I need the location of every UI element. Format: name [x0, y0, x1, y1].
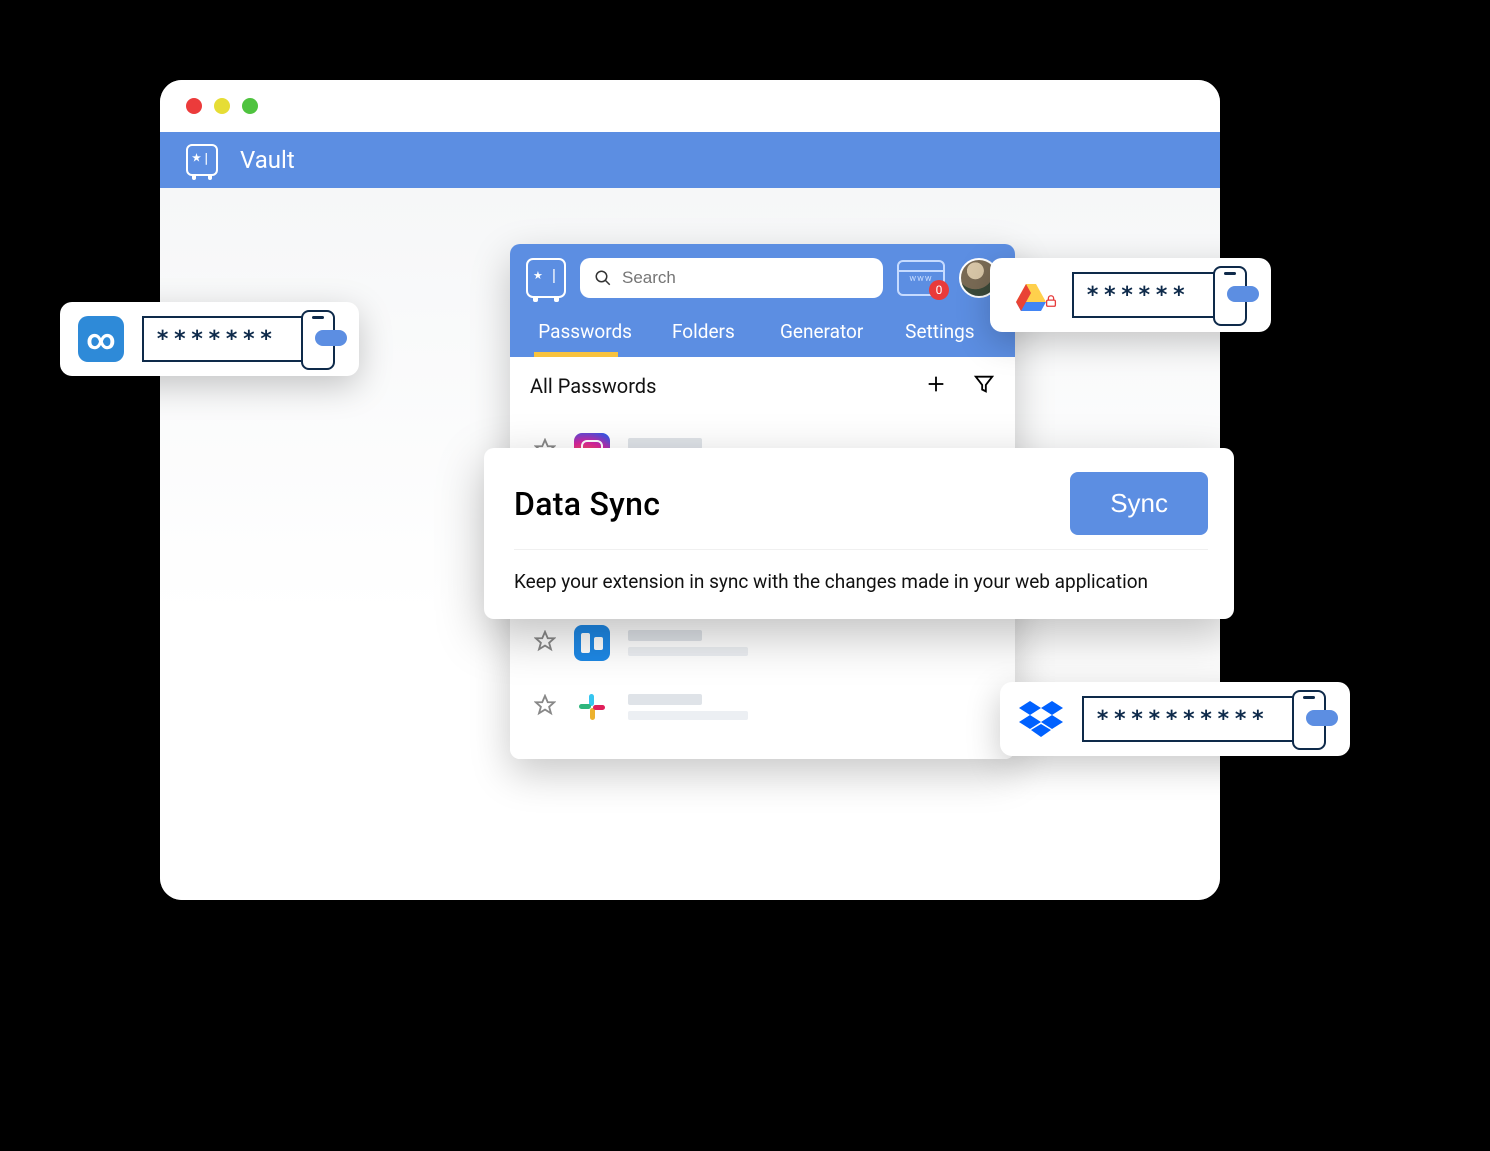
lock-icon: [1044, 294, 1058, 308]
password-row[interactable]: [520, 675, 1005, 739]
masked-password-field: ******: [1072, 272, 1227, 318]
favorite-toggle[interactable]: [534, 694, 556, 720]
password-preview-card: **********: [1000, 682, 1350, 756]
window-titlebar: [160, 80, 1220, 132]
favorite-toggle[interactable]: [534, 630, 556, 656]
masked-password-field: **********: [1082, 696, 1306, 742]
masked-password-field: *******: [142, 316, 315, 362]
search-icon: [594, 269, 612, 287]
search-input[interactable]: [622, 268, 869, 288]
extension-logo-icon: [526, 258, 566, 298]
password-preview-card: ******: [990, 258, 1271, 332]
panel-subheader: All Passwords: [510, 357, 1015, 415]
sync-button[interactable]: Sync: [1070, 472, 1208, 535]
password-row[interactable]: [520, 611, 1005, 675]
toggle-pill-icon: [315, 330, 347, 346]
star-icon: [534, 694, 556, 716]
app-title: Vault: [240, 146, 295, 174]
app-header: Vault: [160, 132, 1220, 188]
entry-text: [628, 630, 748, 656]
infinity-icon: [78, 316, 124, 362]
filter-button[interactable]: [973, 373, 995, 399]
slack-icon: [574, 689, 610, 725]
drive-icon: [1008, 272, 1054, 318]
masked-password-value: ******: [1086, 283, 1189, 308]
tab-generator[interactable]: Generator: [763, 308, 881, 357]
panel-subheader-title: All Passwords: [530, 374, 656, 398]
window-maximize-dot[interactable]: [242, 98, 258, 114]
data-sync-title: Data Sync: [514, 485, 660, 523]
password-preview-card: *******: [60, 302, 359, 376]
extension-header: www 0 Passwords Folders Generator Settin…: [510, 244, 1015, 357]
site-badge[interactable]: www 0: [897, 260, 945, 296]
tab-folders[interactable]: Folders: [644, 308, 762, 357]
vault-logo-icon: [186, 144, 218, 176]
toggle-pill-icon: [1306, 710, 1338, 726]
masked-password-value: *******: [156, 327, 277, 352]
dropbox-icon: [1018, 696, 1064, 742]
trello-icon: [574, 625, 610, 661]
toggle-pill-icon: [1227, 286, 1259, 302]
data-sync-description: Keep your extension in sync with the cha…: [514, 570, 1208, 593]
tab-settings[interactable]: Settings: [881, 308, 999, 357]
notification-count: 0: [929, 280, 949, 300]
search-box[interactable]: [580, 258, 883, 298]
masked-password-value: **********: [1096, 707, 1268, 732]
window-close-dot[interactable]: [186, 98, 202, 114]
entry-text: [628, 694, 748, 720]
tab-passwords[interactable]: Passwords: [526, 308, 644, 357]
filter-icon: [973, 373, 995, 395]
window-minimize-dot[interactable]: [214, 98, 230, 114]
star-icon: [534, 630, 556, 652]
add-button[interactable]: [925, 373, 947, 399]
data-sync-card: Data Sync Sync Keep your extension in sy…: [484, 448, 1234, 619]
plus-icon: [925, 373, 947, 395]
tab-bar: Passwords Folders Generator Settings: [526, 308, 999, 357]
